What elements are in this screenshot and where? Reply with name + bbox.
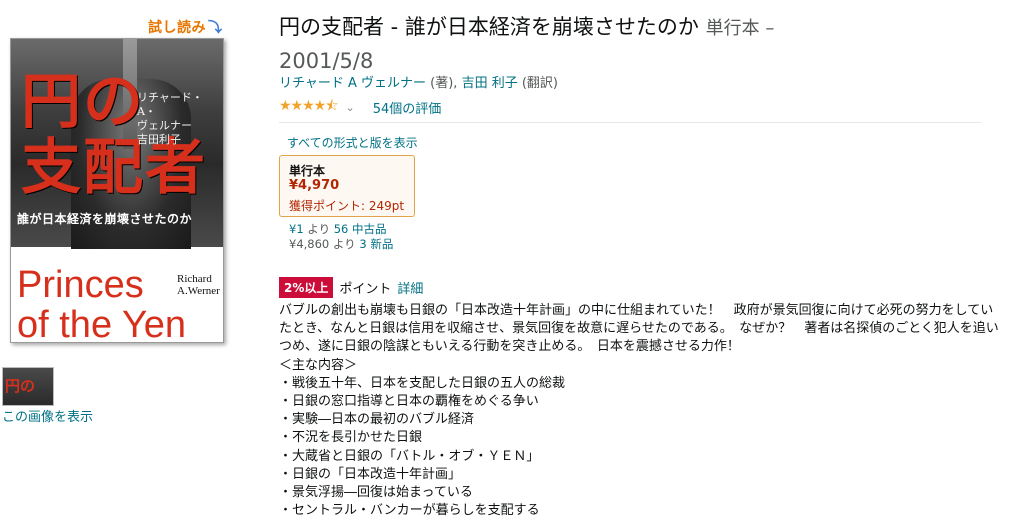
title-block: 円の支配者 - 誰が日本経済を崩壊させたのか 単行本 – 2001/5/8 xyxy=(279,10,999,76)
cover-authors-jp: リチャード・A・ ヴェルナー 吉田利子 xyxy=(137,91,217,147)
view-image-link[interactable]: この画像を表示 xyxy=(2,406,93,425)
points-badge: 2%以上 xyxy=(279,277,334,298)
toc-item: ・不況を長引かせた日銀 xyxy=(279,430,423,446)
toc-item: ・大蔵省と日銀の「バトル・オブ・ＹＥＮ」 xyxy=(279,448,540,464)
book-cover-image[interactable]: 円の 支配者 リチャード・A・ ヴェルナー 吉田利子 誰が日本経済を崩壊させたの… xyxy=(10,38,224,343)
all-formats-link[interactable]: すべての形式と版を表示 xyxy=(287,134,418,151)
translator-role: (翻訳) xyxy=(517,76,558,91)
product-binding: 単行本 – xyxy=(705,18,775,39)
toc-item: ・日銀の「日本改造十年計画」 xyxy=(279,466,462,482)
toc-item: ・戦後五十年、日本を支配した日銀の五人の総裁 xyxy=(279,375,566,391)
description-intro: バブルの創出も崩壊も日銀の「日本改造十年計画」の中に仕組まれていた！ 政府が景気… xyxy=(279,303,999,355)
section-divider xyxy=(279,122,981,123)
format-points: 獲得ポイント: 249pt xyxy=(289,199,405,213)
cover-title-en-line: Princes xyxy=(17,264,144,306)
rating-row: ★★★★⯪ ⌄ 54個の評価 xyxy=(279,95,441,119)
cover-author-jp-line: リチャード・A・ xyxy=(137,91,203,118)
toc-item: ・景気浮揚―回復は始まっている xyxy=(279,485,473,501)
product-title: 円の支配者 - 誰が日本経済を崩壊させたのか 単行本 – xyxy=(279,10,999,46)
cover-author-jp-line: ヴェルナー xyxy=(137,119,192,132)
curved-arrow-icon: ⤵ xyxy=(208,20,223,36)
product-title-text: 円の支配者 - 誰が日本経済を崩壊させたのか xyxy=(279,15,699,39)
author-link[interactable]: リチャード A ヴェルナー xyxy=(279,76,426,91)
new-price: ¥4,860 xyxy=(289,237,330,251)
toc-heading: ＜主な内容＞ xyxy=(279,357,358,373)
look-inside-label: 試し読み xyxy=(148,20,206,36)
cover-author-en-line: Richard xyxy=(177,273,212,285)
points-label: ポイント xyxy=(339,282,392,297)
points-row: 2%以上 ポイント 詳細 xyxy=(279,277,423,298)
toc-list: ・戦後五十年、日本を支配した日銀の五人の総裁 ・日銀の窓口指導と日本の覇権をめぐ… xyxy=(279,375,1001,521)
star-rating-icon[interactable]: ★★★★⯪ xyxy=(279,95,338,119)
thumbnail-title: 円の xyxy=(5,377,36,395)
cover-thumbnail[interactable]: 円の xyxy=(2,367,54,406)
cover-subtitle-jp: 誰が日本経済を崩壊させたのか xyxy=(17,212,193,226)
cover-author-en-line: A.Werner xyxy=(177,285,220,297)
format-name: 単行本 xyxy=(289,164,326,178)
cover-title-en: Princes of the Yen xyxy=(17,264,187,343)
look-inside-link[interactable]: 試し読み ⤵ xyxy=(148,17,223,37)
used-price: ¥1 xyxy=(289,222,304,236)
author-role: (著), xyxy=(426,76,462,91)
toc-item: ・実験―日本の最初のバブル経済 xyxy=(279,412,475,428)
format-price: ¥4,970 xyxy=(289,178,340,193)
cover-title-en-line: of the Yen xyxy=(17,304,187,343)
new-offers-link[interactable]: 3 新品 xyxy=(359,237,393,251)
toc-item: ・日銀の窓口指導と日本の覇権をめぐる争い xyxy=(279,394,539,410)
author-line: リチャード A ヴェルナー (著), 吉田 利子 (翻訳) xyxy=(279,72,558,91)
cover-translator-jp-line: 吉田利子 xyxy=(137,133,181,146)
used-offer: ¥1 より 56 中古品 xyxy=(289,221,387,237)
new-from-text: より xyxy=(329,237,360,251)
chevron-down-icon[interactable]: ⌄ xyxy=(345,101,354,114)
new-offer: ¥4,860 より 3 新品 xyxy=(289,236,393,252)
cover-author-en: Richard A.Werner xyxy=(177,273,220,297)
format-option-selected[interactable]: 単行本 ¥4,970 獲得ポイント: 249pt xyxy=(279,155,415,217)
used-offers-link[interactable]: 56 中古品 xyxy=(334,222,387,236)
toc-item: ・セントラル・バンカーが暮らしを支配する xyxy=(279,503,540,519)
cover-photo: 円の 支配者 リチャード・A・ ヴェルナー 吉田利子 誰が日本経済を崩壊させたの… xyxy=(11,39,223,249)
points-detail-link[interactable]: 詳細 xyxy=(397,278,423,297)
used-from-text: より xyxy=(303,222,334,236)
product-description: バブルの創出も崩壊も日銀の「日本改造十年計画」の中に仕組まれていた！ 政府が景気… xyxy=(279,302,1001,520)
translator-link[interactable]: 吉田 利子 xyxy=(462,76,518,91)
ratings-count-link[interactable]: 54個の評価 xyxy=(373,98,442,117)
